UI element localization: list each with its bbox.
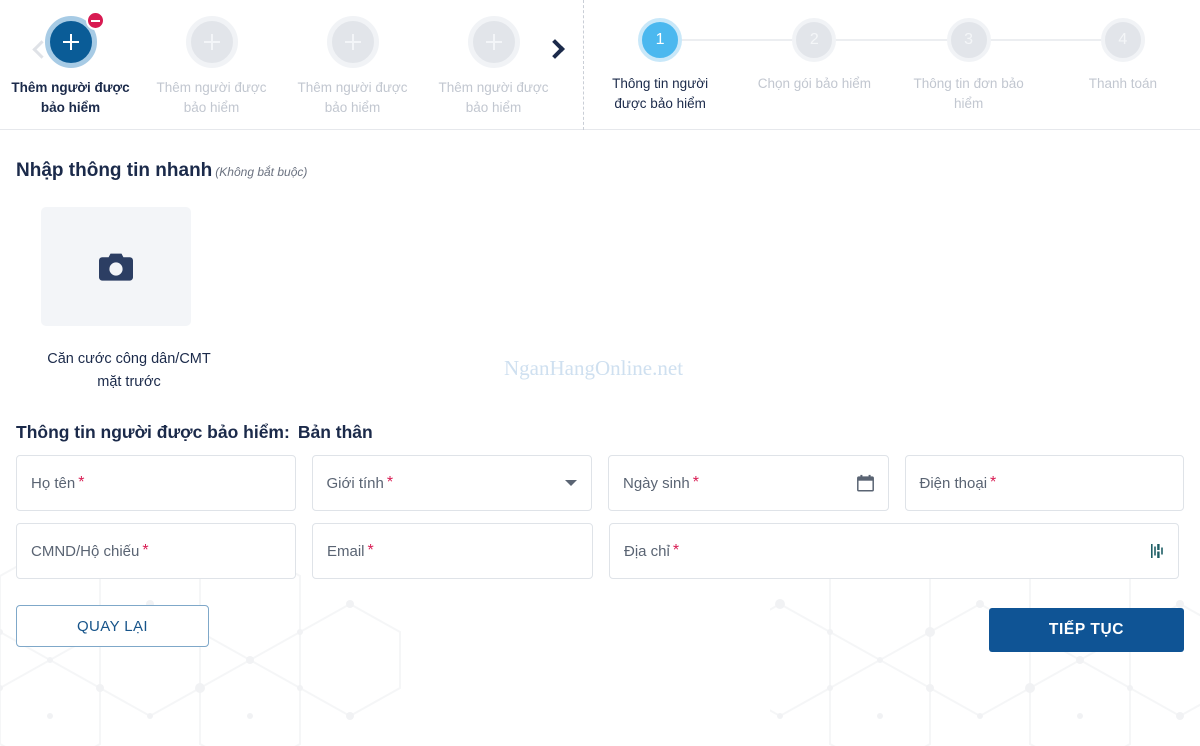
id-front-upload-caption: Căn cước công dân/CMT mặt trước [47, 351, 211, 390]
insured-person-avatar-2 [185, 16, 238, 68]
gender-required-mark: * [386, 474, 394, 491]
birthdate-label: Ngày sinh [623, 474, 690, 492]
wizard-step-3[interactable]: 3 Thông tin đơn bảo hiểm [892, 18, 1123, 114]
add-person-button-3[interactable] [326, 16, 379, 68]
insured-person-carousel: Thêm người được bảo hiểm Thêm người được… [0, 0, 583, 130]
email-label: Email [327, 542, 365, 560]
minus-badge-icon[interactable] [85, 11, 105, 30]
step-label-3: Thông tin đơn bảo hiểm [913, 76, 1024, 111]
step-number-3: 3 [946, 18, 991, 62]
wizard-step-2[interactable]: 2 Chọn gói bảo hiểm [737, 18, 969, 114]
address-list-icon [1151, 544, 1163, 558]
chevron-down-icon [565, 480, 577, 486]
fullname-required-mark: * [78, 474, 85, 491]
form-row-2: CMND/Hộ chiếu * Email * Địa chỉ * [16, 523, 1184, 579]
insured-person-item-2[interactable]: Thêm người được bảo hiểm [141, 0, 282, 118]
insured-section-title-text: Thông tin người được bảo hiểm: [16, 422, 290, 442]
plus-icon [344, 34, 361, 50]
add-person-button-4[interactable] [467, 16, 520, 68]
quick-entry-title: Nhập thông tin nhanh (Không bắt buộc) [16, 160, 1184, 182]
address-field[interactable]: Địa chỉ * [609, 523, 1179, 579]
address-lookup-button[interactable] [1151, 544, 1164, 559]
insured-person-label-3: Thêm người được bảo hiểm [297, 80, 408, 115]
fullname-label: Họ tên [31, 474, 76, 492]
phone-required-mark: * [990, 474, 997, 491]
email-required-mark: * [367, 542, 374, 559]
quick-entry-optional-note: (Không bắt buộc) [215, 165, 308, 179]
quick-entry-title-text: Nhập thông tin nhanh [16, 160, 213, 181]
camera-icon [99, 253, 133, 281]
insured-person-avatar-3 [326, 16, 379, 68]
wizard-step-4[interactable]: 4 Thanh toán [1046, 18, 1200, 114]
email-field[interactable]: Email * [312, 523, 593, 579]
step-label-1: Thông tin người được bảo hiểm [612, 76, 709, 111]
id-number-label: CMND/Hộ chiếu [31, 542, 140, 560]
plus-icon [485, 34, 502, 50]
step-label-2: Chọn gói bảo hiểm [757, 76, 872, 91]
gender-select[interactable]: Giới tính * [311, 455, 592, 511]
insurance-wizard-page: Thêm người được bảo hiểm Thêm người được… [0, 0, 1200, 746]
phone-field[interactable]: Điện thoại * [904, 455, 1184, 511]
add-person-button-2[interactable] [185, 16, 238, 68]
insured-person-label-4: Thêm người được bảo hiểm [438, 80, 549, 115]
address-required-mark: * [672, 542, 680, 559]
wizard-topbar: Thêm người được bảo hiểm Thêm người được… [0, 0, 1200, 130]
calendar-icon [856, 474, 874, 492]
continue-button[interactable]: TIẾP TỤC [989, 608, 1184, 652]
birthdate-required-mark: * [692, 474, 699, 491]
gender-label: Giới tính [326, 474, 384, 492]
id-number-required-mark: * [142, 542, 149, 559]
birthdate-picker-button[interactable] [856, 474, 874, 492]
insured-section-title: Thông tin người được bảo hiểm: Bản thân [16, 422, 1184, 443]
step-number-2: 2 [792, 18, 837, 62]
chevron-right-icon [545, 39, 565, 59]
step-number-1: 1 [638, 18, 683, 62]
insured-person-avatar-4 [467, 16, 520, 68]
fullname-field[interactable]: Họ tên * [16, 455, 296, 511]
plus-icon [62, 34, 79, 50]
phone-label: Điện thoại [919, 474, 988, 492]
main-content: Nhập thông tin nhanh (Không bắt buộc) Căn… [0, 160, 1200, 652]
plus-icon [203, 34, 220, 50]
address-label: Địa chỉ [624, 542, 670, 560]
gender-dropdown-arrow[interactable] [565, 480, 577, 486]
chevron-left-icon [31, 39, 51, 59]
insured-person-item-3[interactable]: Thêm người được bảo hiểm [282, 0, 423, 118]
carousel-prev-button[interactable] [20, 30, 58, 68]
wizard-steps: 1 Thông tin người được bảo hiểm 2 Chọn g… [583, 0, 1200, 130]
id-front-upload-box[interactable] [41, 207, 191, 326]
insured-person-label-1: Thêm người được bảo hiểm [11, 80, 130, 115]
form-actions: QUAY LẠI TIẾP TỤC [16, 605, 1184, 652]
insured-person-track: Thêm người được bảo hiểm Thêm người được… [0, 0, 564, 118]
back-button[interactable]: QUAY LẠI [16, 605, 209, 647]
id-number-field[interactable]: CMND/Hộ chiếu * [16, 523, 296, 579]
step-label-4: Thanh toán [1088, 76, 1158, 91]
step-number-4: 4 [1100, 18, 1145, 62]
insured-person-label-2: Thêm người được bảo hiểm [156, 80, 267, 115]
wizard-step-1[interactable]: 1 Thông tin người được bảo hiểm [583, 18, 815, 114]
insured-section-value: Bản thân [297, 422, 373, 442]
birthdate-field[interactable]: Ngày sinh * [608, 455, 889, 511]
carousel-next-button[interactable] [538, 30, 576, 68]
form-row-1: Họ tên * Giới tính * Ngày sinh * Điện th… [16, 455, 1184, 511]
